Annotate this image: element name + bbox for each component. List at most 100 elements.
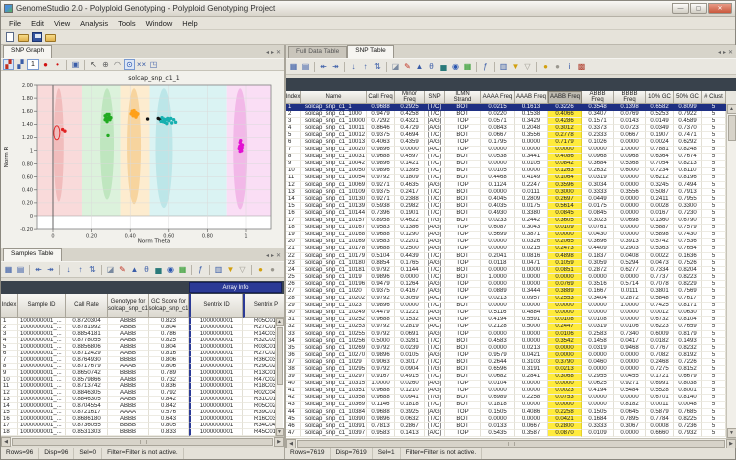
table-cell[interactable]: 0.0000 — [614, 196, 646, 203]
column-chooser-icon[interactable]: ▥ — [498, 61, 509, 72]
table-cell[interactable]: 0.5087 — [646, 189, 674, 196]
table-cell[interactable]: 0.0682 — [481, 374, 515, 381]
menu-edit[interactable]: Edit — [26, 19, 49, 28]
table-cell[interactable]: [T/C] — [425, 210, 445, 217]
menu-view[interactable]: View — [49, 19, 75, 28]
table-cell[interactable]: 0.8854 — [367, 260, 395, 267]
table-cell[interactable]: BOT — [445, 366, 481, 373]
table-cell[interactable]: 0.0889 — [481, 288, 515, 295]
table-cell[interactable]: 0.5742 — [646, 239, 674, 246]
table-cell[interactable]: 0.9375 — [367, 132, 395, 139]
table-cell[interactable]: BOT — [445, 374, 481, 381]
table-row[interactable]: 1solcap_snp_c1_10.96880.2925[T/C]BOT0.02… — [286, 104, 726, 111]
table-cell[interactable]: 0.8225 — [674, 416, 702, 423]
table-cell[interactable]: 0.1721 — [646, 374, 674, 381]
table-cell[interactable]: 0.3043 — [515, 225, 548, 232]
heatmap-icon[interactable]: ▦ — [462, 61, 473, 72]
table-cell[interactable]: 0.0968 — [614, 154, 646, 161]
table-cell[interactable]: 0.3281 — [395, 338, 425, 345]
table-cell[interactable]: 0.9896 — [367, 147, 395, 154]
table-cell[interactable]: 0.2468 — [646, 359, 674, 366]
table-cell[interactable]: 0.1221 — [395, 310, 425, 317]
table-cell[interactable]: 0.9688 — [367, 154, 395, 161]
table-cell[interactable]: 0.4884 — [515, 310, 548, 317]
table-cell[interactable]: 0.3790 — [548, 359, 582, 366]
sort-custom-icon[interactable]: ⇅ — [87, 264, 98, 275]
table-cell[interactable]: 0.8182 — [614, 402, 646, 409]
table-cell[interactable]: 0.0233 — [481, 218, 515, 225]
table-cell[interactable]: 0.9688 — [367, 232, 395, 239]
zoom-icon[interactable]: ⊙ — [124, 59, 135, 70]
table-cell[interactable]: [T/C] — [425, 345, 445, 352]
table-cell[interactable]: 0.1026 — [582, 139, 614, 146]
table-cell[interactable]: 0.6292 — [674, 139, 702, 146]
table-cell[interactable]: 46 — [286, 423, 301, 430]
table-cell[interactable]: 0.2872 — [582, 267, 614, 274]
table-cell[interactable]: 0.0417 — [614, 338, 646, 345]
formula-icon[interactable]: ƒ — [480, 61, 491, 72]
table-cell[interactable]: 0.2333 — [582, 132, 614, 139]
table-cell[interactable]: solcap_snp_c1_10297 — [301, 374, 367, 381]
table-cell[interactable]: 0.0012 — [646, 310, 674, 317]
table-cell[interactable]: 14 — [286, 196, 301, 203]
table-cell[interactable]: 0.4694 — [395, 132, 425, 139]
table-cell[interactable]: 0.0000 — [481, 388, 515, 395]
table-cell[interactable]: 0.0842 — [548, 161, 582, 168]
table-cell[interactable]: 0.7674 — [674, 154, 702, 161]
table-cell[interactable]: BOT — [445, 175, 481, 182]
table-cell[interactable]: 0.6790 — [674, 218, 702, 225]
table-cell[interactable]: 0.3684 — [582, 161, 614, 168]
table-cell[interactable]: BOT — [445, 189, 481, 196]
table-cell[interactable]: 0.4066 — [548, 111, 582, 118]
table-cell[interactable]: 0.0000 — [481, 331, 515, 338]
table-row[interactable]: 6solcap_snp_c1_100130.40630.4359[A/G]TOP… — [286, 139, 726, 146]
tab-scroll-right-icon[interactable]: ▸ — [271, 49, 274, 56]
tab-scroll-right-icon[interactable]: ▸ — [271, 252, 274, 259]
table-cell[interactable]: [A/G] — [425, 239, 445, 246]
table-cell[interactable]: 5 — [702, 374, 726, 381]
table-cell[interactable]: 0.7881 — [646, 147, 674, 154]
table-cell[interactable]: 0.5294 — [614, 260, 646, 267]
table-cell[interactable]: 5 — [702, 331, 726, 338]
tab-samples-table[interactable]: Samples Table — [3, 248, 62, 261]
column-header[interactable]: AAAA Freq — [481, 91, 515, 104]
table-cell[interactable]: 0.4086 — [515, 409, 548, 416]
table-cell[interactable]: 0.0000 — [614, 274, 646, 281]
table-cell[interactable]: 0.3605 — [548, 218, 582, 225]
table-cell[interactable]: 0.5484 — [614, 388, 646, 395]
table-cell[interactable]: solcap_snp_c1_10050 — [301, 168, 367, 175]
table-cell[interactable]: 0.0239 — [395, 345, 425, 352]
table-cell[interactable]: 0.2872 — [614, 296, 646, 303]
table-cell[interactable]: 0.4915 — [395, 374, 425, 381]
table-cell[interactable]: 0.0000 — [481, 239, 515, 246]
table-cell[interactable]: 0.0000 — [515, 416, 548, 423]
table-cell[interactable]: 0.4439 — [395, 253, 425, 260]
table-cell[interactable]: [T/C] — [425, 274, 445, 281]
table-cell[interactable]: 0.0000 — [515, 331, 548, 338]
table-cell[interactable]: 0.0000 — [548, 352, 582, 359]
table-cell[interactable]: 0.0000 — [548, 310, 582, 317]
table-row[interactable]: 31solcap_snp_c1_102520.96880.1532[A/G]TO… — [286, 317, 726, 324]
table-cell[interactable]: 0.0028 — [646, 203, 674, 210]
menu-analysis[interactable]: Analysis — [75, 19, 113, 28]
tab-scroll-left-icon[interactable]: ◂ — [266, 49, 269, 56]
table-cell[interactable]: TOP — [445, 310, 481, 317]
table-cell[interactable]: 0.2778 — [548, 132, 582, 139]
table-cell[interactable]: 0.0319 — [582, 345, 614, 352]
table-cell[interactable]: 0.5714 — [614, 281, 646, 288]
table-cell[interactable]: 0.0000 — [614, 203, 646, 210]
table-cell[interactable]: BOT — [445, 168, 481, 175]
table-cell[interactable]: 0.9468 — [614, 345, 646, 352]
table-cell[interactable]: 0.7226 — [674, 359, 702, 366]
table-cell[interactable]: 0.0000 — [395, 147, 425, 154]
table-cell[interactable]: 0.0108 — [548, 317, 582, 324]
table-cell[interactable]: 5 — [702, 366, 726, 373]
table-cell[interactable]: 0.9792 — [367, 324, 395, 331]
table-cell[interactable]: 0.0000 — [515, 168, 548, 175]
table-cell[interactable]: TOP — [445, 388, 481, 395]
table-cell[interactable]: 0.0000 — [481, 416, 515, 423]
table-cell[interactable]: 0.0845 — [548, 210, 582, 217]
table-cell[interactable]: 0.7234 — [646, 168, 674, 175]
table-cell[interactable]: 0.0571 — [481, 118, 515, 125]
table-cell[interactable]: 0.9688 — [367, 409, 395, 416]
